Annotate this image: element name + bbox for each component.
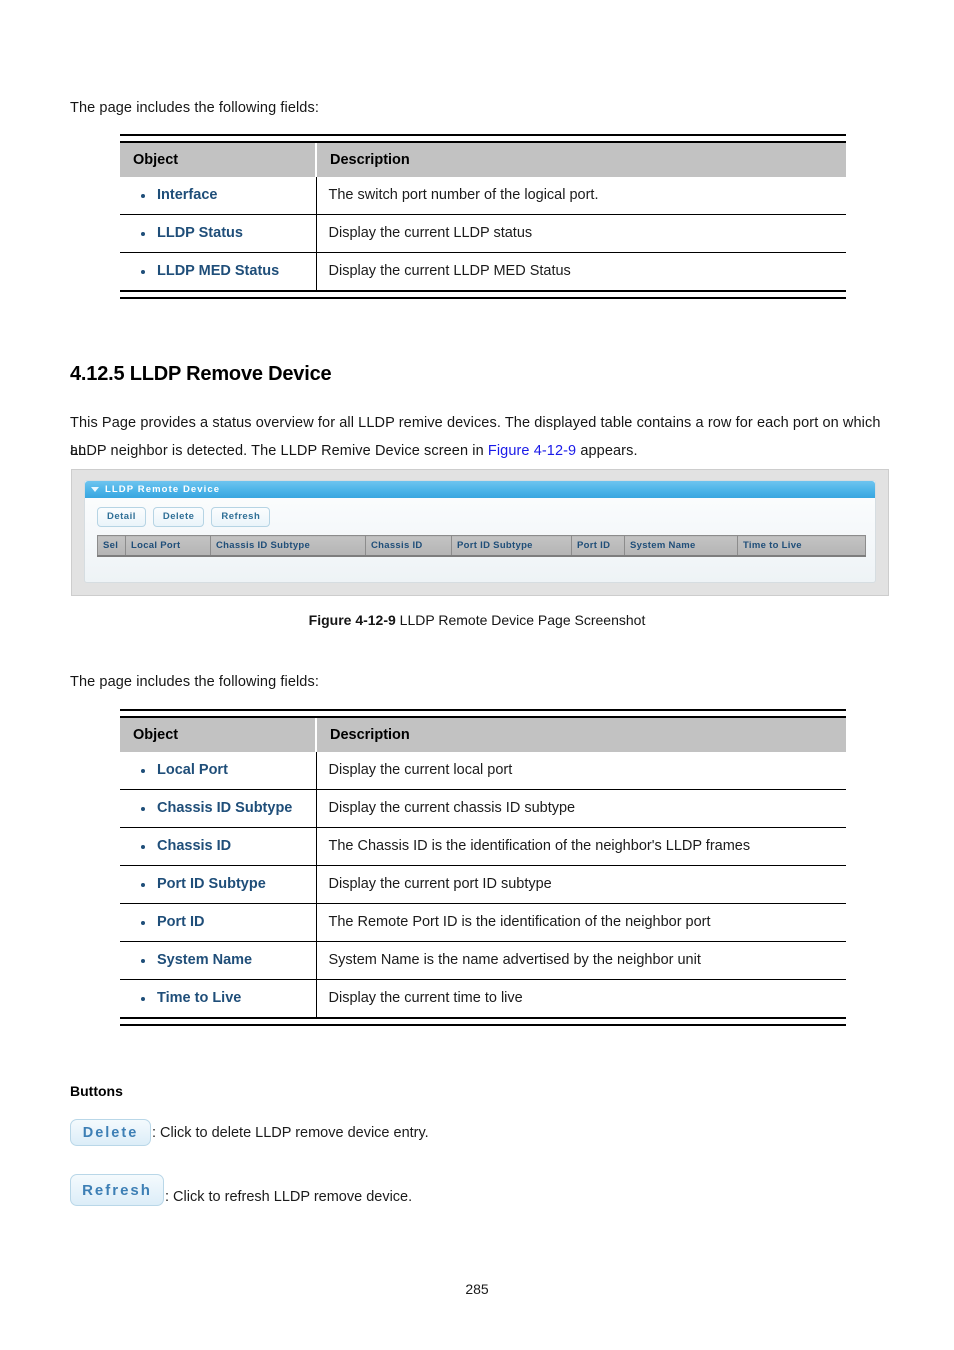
object-cell: Time to Live (120, 979, 317, 1018)
object-name: Time to Live (133, 990, 316, 1006)
table-top-rule (120, 134, 846, 143)
description-cell: Display the current chassis ID subtype (316, 789, 846, 828)
delete-button[interactable]: Delete (152, 507, 205, 527)
page-title: 4.12.5 LLDP Remove Device (70, 363, 332, 385)
table-top-rule (120, 709, 846, 718)
object-cell: Port ID Subtype (120, 865, 317, 904)
column-header-system-name[interactable]: System Name (624, 535, 738, 557)
column-header-description: Description (316, 717, 846, 752)
panel-toolbar: Detail Delete Refresh (85, 498, 875, 535)
column-header-port-id-subtype[interactable]: Port ID Subtype (451, 535, 572, 557)
object-cell: LLDP Status (120, 214, 317, 253)
description-cell: The switch port number of the logical po… (316, 177, 846, 215)
table-row: Local Port Display the current local por… (120, 752, 846, 790)
object-cell: System Name (120, 941, 317, 980)
object-cell: Local Port (120, 752, 317, 790)
column-header-object: Object (120, 717, 317, 752)
description-cell: Display the current LLDP status (316, 214, 846, 253)
table-row: Interface The switch port number of the … (120, 177, 846, 215)
description-cell: Display the current local port (316, 752, 846, 790)
object-name: Chassis ID (133, 838, 316, 854)
figure-caption: Figure 4-12-9 LLDP Remote Device Page Sc… (0, 612, 954, 628)
object-cell: Port ID (120, 903, 317, 942)
column-header-object: Object (120, 142, 317, 177)
remote-device-table: Sel Local Port Chassis ID Subtype Chassi… (97, 535, 866, 557)
description-cell: The Remote Port ID is the identification… (316, 903, 846, 942)
delete-button-description: : Click to delete LLDP remove device ent… (152, 1124, 429, 1141)
refresh-button[interactable]: Refresh (211, 507, 271, 527)
column-header-port-id[interactable]: Port ID (571, 535, 625, 557)
refresh-button-sample[interactable]: Refresh (70, 1174, 164, 1206)
column-header-sel[interactable]: Sel (97, 535, 126, 557)
remote-device-table-header-row: Sel Local Port Chassis ID Subtype Chassi… (97, 535, 866, 557)
object-name: System Name (133, 952, 316, 968)
intro-paragraph-1: The page includes the following fields: (70, 100, 319, 116)
button-legend-delete: Delete : Click to delete LLDP remove dev… (70, 1119, 429, 1146)
object-name: LLDP Status (133, 225, 316, 241)
table-row: LLDP Status Display the current LLDP sta… (120, 214, 846, 253)
section-body-line-2: LLDP neighbor is detected. The LLDP Remi… (70, 437, 900, 465)
refresh-button-description: : Click to refresh LLDP remove device. (165, 1189, 413, 1205)
section-body-line-2-prefix: LLDP neighbor is detected. The LLDP Remi… (70, 443, 488, 459)
description-cell: Display the current LLDP MED Status (328, 263, 571, 279)
table-row: Port ID Subtype Display the current port… (120, 865, 846, 904)
figure-caption-text: LLDP Remote Device Page Screenshot (395, 612, 646, 628)
page-number: 285 (465, 1281, 489, 1297)
object-cell: Chassis ID (120, 827, 317, 866)
intro-paragraph-2: The page includes the following fields: (70, 674, 319, 690)
delete-button-sample[interactable]: Delete (70, 1119, 151, 1146)
description-cell: System Name is the name advertised by th… (316, 941, 846, 980)
lldp-remote-device-panel: LLDP Remote Device Detail Delete Refresh… (84, 480, 876, 583)
table-row: Chassis ID The Chassis ID is the identif… (120, 827, 846, 866)
table-header-row: Object Description (120, 717, 846, 752)
object-name: Port ID (133, 914, 316, 930)
table-row: System Name System Name is the name adve… (120, 941, 846, 980)
panel-title-label: LLDP Remote Device (105, 484, 221, 495)
table-bottom-rule (120, 1017, 846, 1026)
object-cell: Interface (120, 177, 317, 215)
detail-button[interactable]: Detail (97, 507, 146, 527)
object-name: Chassis ID Subtype (133, 800, 316, 816)
buttons-section-heading: Buttons (70, 1083, 123, 1099)
object-cell: Chassis ID Subtype (120, 789, 317, 828)
table-row: Chassis ID Subtype Display the current c… (120, 789, 846, 828)
document-page: The page includes the following fields: … (0, 0, 954, 1350)
table-row: Time to Live Display the current time to… (120, 979, 846, 1018)
column-header-local-port[interactable]: Local Port (125, 535, 211, 557)
column-header-description: Description (316, 142, 846, 177)
column-header-time-to-live[interactable]: Time to Live (737, 535, 866, 557)
fields-table-1: Object Description Interface The switch … (120, 134, 846, 299)
description-cell: Display the current port ID subtype (316, 865, 846, 904)
panel-title-bar: LLDP Remote Device (85, 481, 875, 498)
description-cell: Display the current time to live (328, 990, 523, 1006)
table-row: Port ID The Remote Port ID is the identi… (120, 903, 846, 942)
table-header-row: Object Description (120, 142, 846, 177)
object-name: Local Port (133, 762, 316, 778)
button-legend-refresh: Refresh : Click to refresh LLDP remove d… (70, 1174, 412, 1206)
column-header-chassis-id-subtype[interactable]: Chassis ID Subtype (210, 535, 366, 557)
description-cell: The Chassis ID is the identification of … (316, 827, 846, 866)
figure-caption-label: Figure 4-12-9 (308, 612, 396, 628)
object-name: Interface (133, 187, 316, 203)
figure-cross-reference-link[interactable]: Figure 4-12-9 (488, 443, 576, 459)
fields-table-2: Object Description Local Port Display th… (120, 709, 846, 1026)
object-cell: LLDP MED Status (120, 252, 317, 291)
figure-screenshot-frame: LLDP Remote Device Detail Delete Refresh… (71, 469, 889, 596)
column-header-chassis-id[interactable]: Chassis ID (365, 535, 452, 557)
section-body-line-2-suffix: appears. (576, 443, 638, 459)
table-row: LLDP MED Status Display the current LLDP… (120, 252, 846, 291)
table-bottom-rule (120, 290, 846, 299)
chevron-down-icon[interactable] (91, 487, 99, 492)
object-name: LLDP MED Status (133, 263, 316, 279)
object-name: Port ID Subtype (133, 876, 316, 892)
